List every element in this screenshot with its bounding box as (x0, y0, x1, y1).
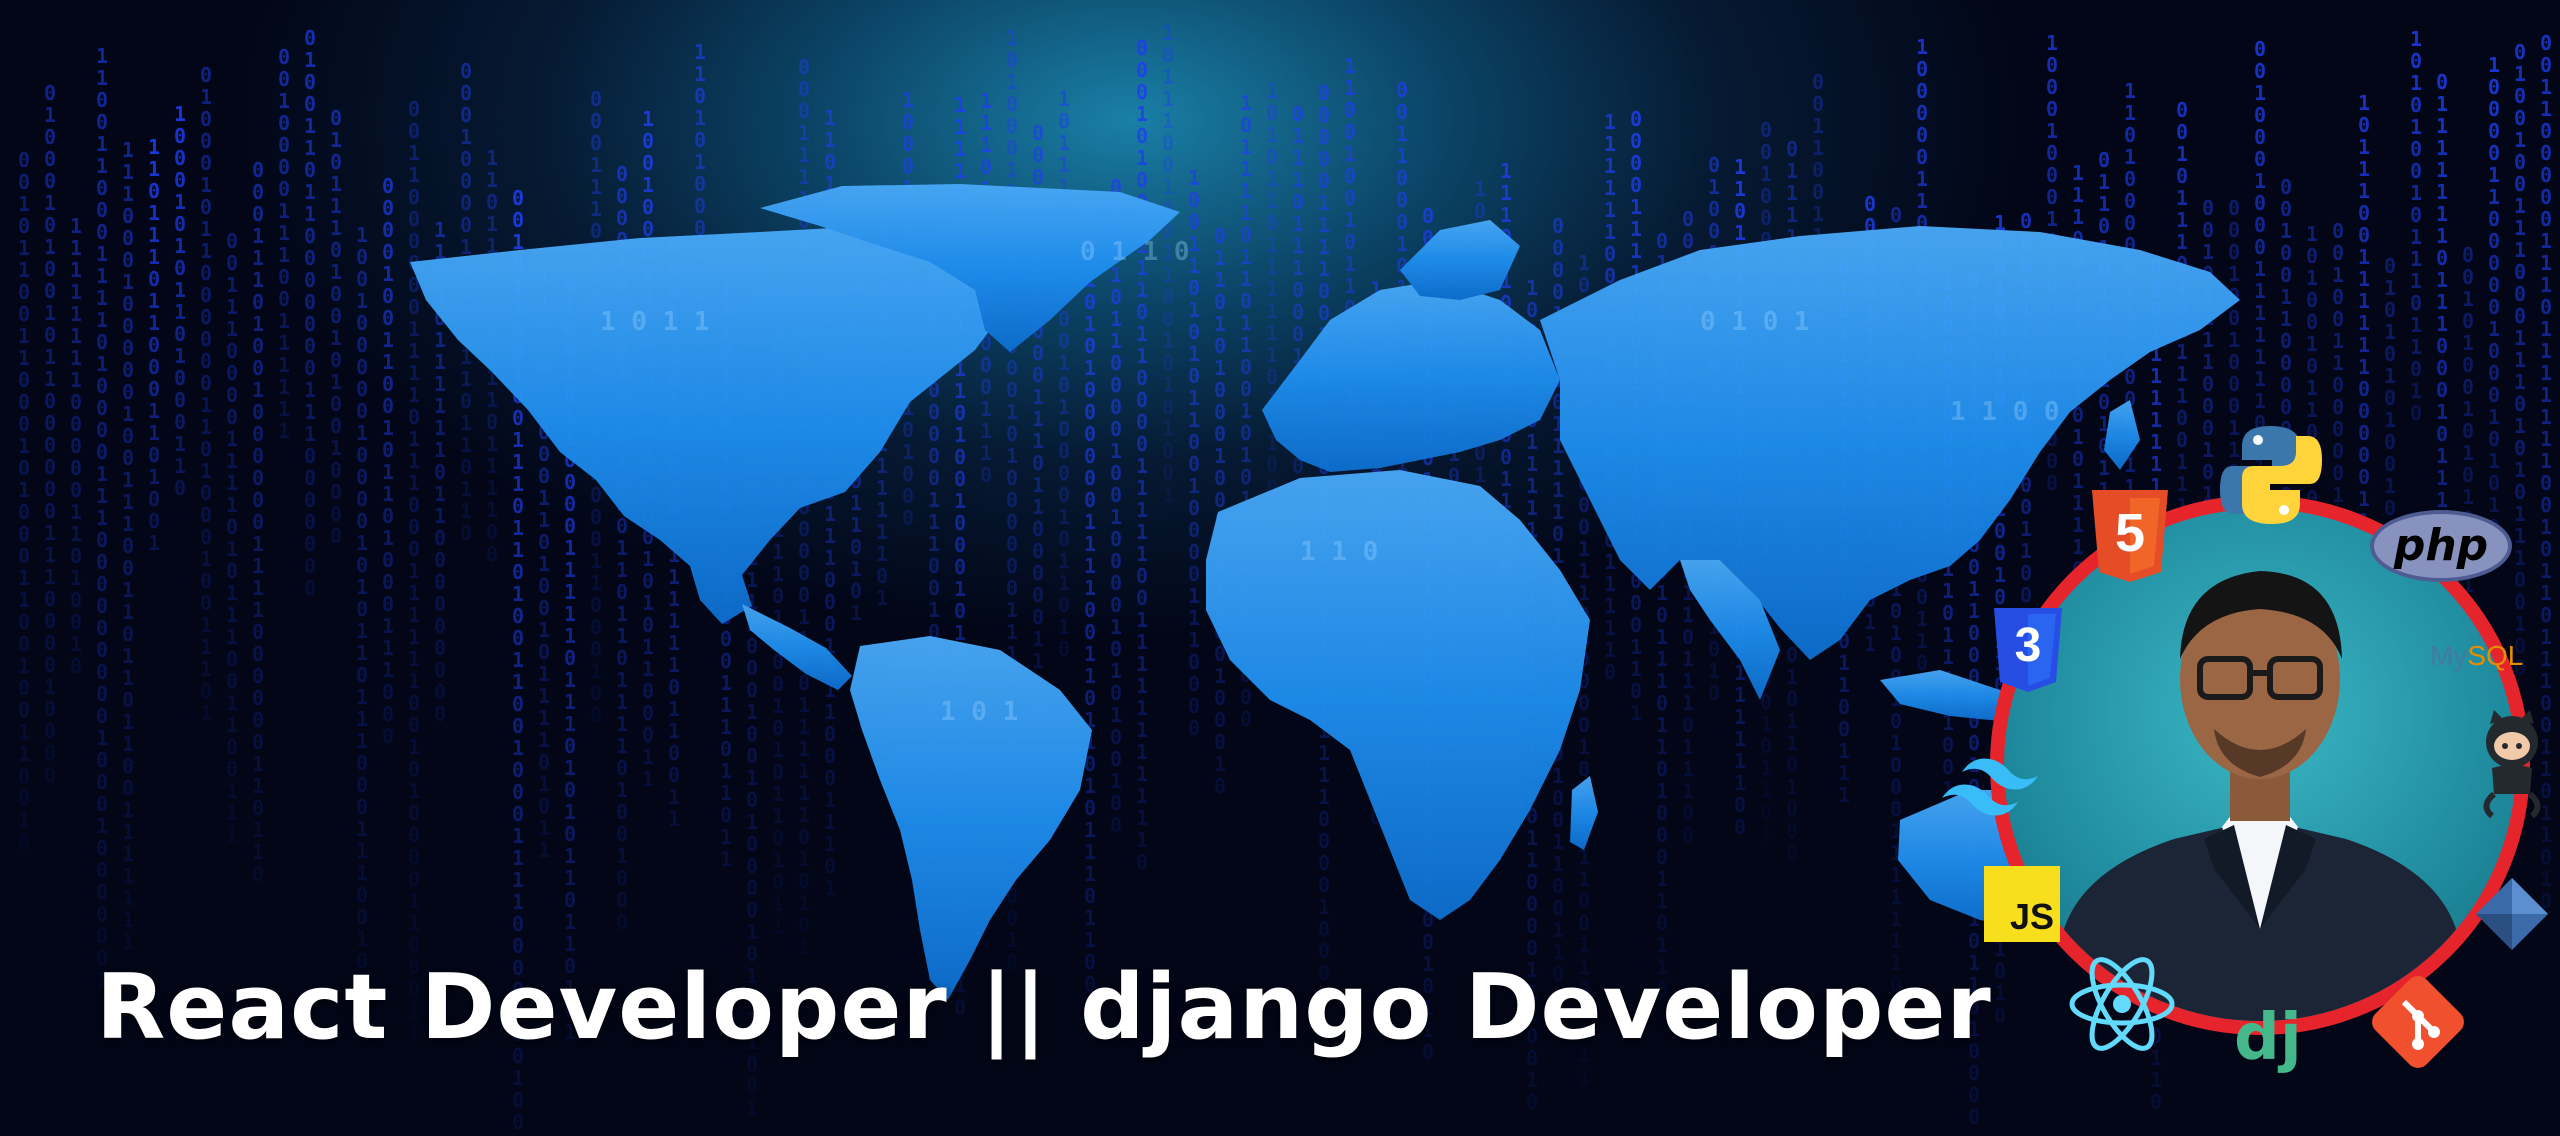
africa-shape (1206, 470, 1590, 920)
github-octocat-icon (2483, 710, 2541, 819)
php-icon: php (2370, 510, 2512, 582)
javascript-icon-label: JS (2009, 896, 2054, 937)
css3-icon-label: 3 (2014, 619, 2042, 672)
svg-text:0 1 0 1: 0 1 0 1 (1700, 307, 1810, 337)
japan-shape (2104, 400, 2140, 470)
svg-text:1 1 0: 1 1 0 (1300, 537, 1378, 567)
html5-icon-label: 5 (2114, 503, 2146, 563)
central-america-shape (742, 604, 852, 690)
europe-shape (1262, 280, 1560, 472)
mysql-icon-label-b: SQL (2467, 640, 2524, 671)
php-icon-label: php (2393, 520, 2489, 571)
tailwind-icon (1942, 758, 2038, 816)
html5-icon: 5 (2088, 488, 2172, 584)
django-icon: dj (2234, 1001, 2302, 1075)
north-america-shape (410, 226, 1020, 624)
person-figure (2045, 571, 2475, 1021)
code-editor-icon (2476, 878, 2548, 950)
mysql-icon: MySQL (2430, 640, 2523, 672)
svg-text:0 1 1 0: 0 1 1 0 (1080, 237, 1190, 267)
madagascar-shape (1570, 776, 1598, 850)
css3-icon: 3 (1990, 606, 2066, 694)
svg-text:1 1 0 0: 1 1 0 0 (1950, 397, 2060, 427)
python-icon (2220, 426, 2322, 524)
react-icon (2069, 957, 2175, 1051)
south-america-shape (850, 636, 1092, 1000)
scandinavia-shape (1400, 220, 1520, 300)
git-icon (2372, 976, 2464, 1068)
headline: React Developer || django Developer (96, 955, 1992, 1060)
mysql-icon-label-a: My (2430, 640, 2468, 671)
profile-banner: 0010110011000101000110010011001001000101… (0, 0, 2560, 1136)
svg-text:1 0 1: 1 0 1 (940, 697, 1018, 727)
svg-text:1 0 1 1: 1 0 1 1 (600, 307, 710, 337)
javascript-icon: JS (1984, 866, 2060, 942)
